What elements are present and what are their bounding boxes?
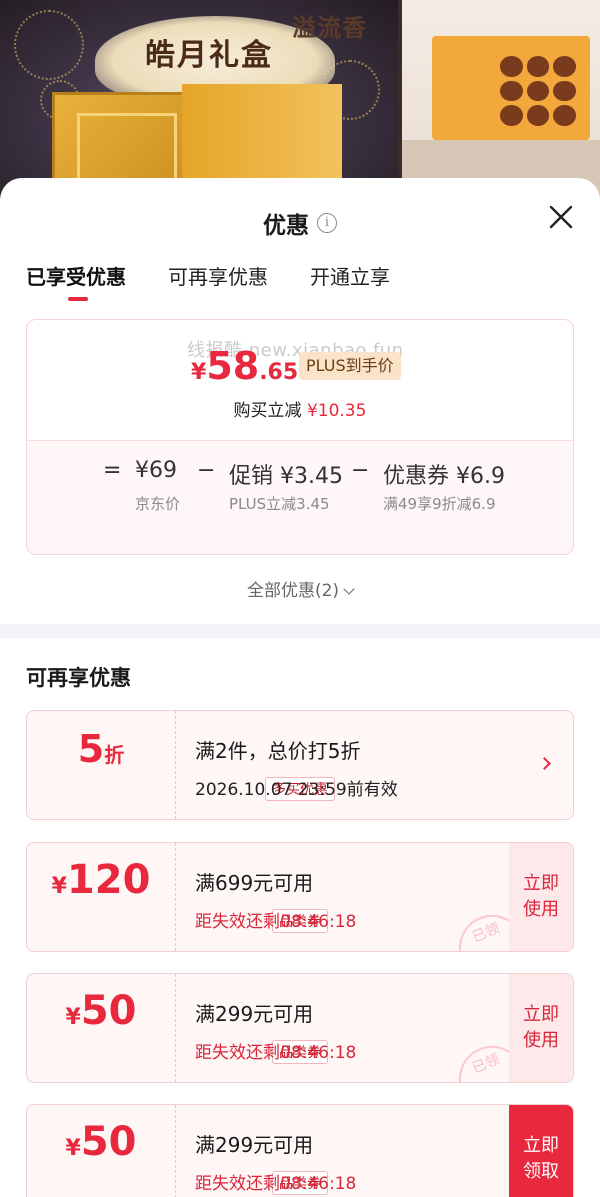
minus-sign: −	[197, 458, 216, 483]
use-now-button[interactable]: 立即 使用	[509, 843, 573, 951]
coupon-multibuy[interactable]: 5折 多买优惠 满2件，总价打5折 2026.10.07 23:59前有效	[26, 710, 574, 820]
coupon-amount: ¥50	[65, 988, 137, 1034]
coupon-countdown: 距失效还剩08:46:18	[195, 1043, 357, 1063]
sheet-header: 优惠 i	[0, 206, 600, 240]
section-divider	[0, 624, 600, 638]
promo-label: PLUS立减3.45	[229, 495, 330, 513]
product-banner: 皓月礼盒 溢流香	[0, 0, 600, 200]
tab-activate[interactable]: 开通立享	[310, 264, 390, 304]
coupon-amount: ¥50	[65, 1119, 137, 1165]
reduce-line: 购买立减 ¥10.35	[233, 401, 367, 421]
discount-tabs: 已享受优惠 可再享优惠 开通立享	[26, 264, 432, 304]
coupon-validity: 2026.10.07 23:59前有效	[195, 780, 398, 800]
sheet-title: 优惠	[263, 213, 309, 239]
tab-more[interactable]: 可再享优惠	[168, 264, 268, 304]
coupon-title: 满699元可用	[195, 871, 314, 895]
minus-sign: −	[351, 458, 370, 483]
coupon-discount: 5折	[77, 727, 125, 771]
claim-now-button[interactable]: 立即 领取	[509, 1105, 573, 1197]
all-discounts-label: 全部优惠(2)	[246, 581, 340, 601]
coupon-label: 满49享9折减6.9	[383, 495, 496, 513]
plus-price-badge: PLUS到手价	[299, 352, 401, 380]
final-price: ¥58.65	[191, 344, 299, 388]
coupon-category-120: ¥120 品类券 满699元可用 距失效还剩08:46:18 已领 立即 使用	[26, 842, 574, 952]
base-price: ¥69	[135, 458, 177, 483]
promo-value: 促销 ¥3.45	[229, 464, 343, 489]
coupon-title: 满299元可用	[195, 1002, 314, 1026]
equals-sign: =	[103, 458, 122, 483]
close-icon[interactable]	[548, 204, 574, 230]
tab-enjoyed[interactable]: 已享受优惠	[26, 264, 126, 304]
coupon-amount: ¥120	[51, 857, 151, 903]
banner-title: 皓月礼盒	[145, 38, 273, 73]
coupon-category-50: ¥50 品类券 满299元可用 距失效还剩08:46:18 已领 立即 使用	[26, 973, 574, 1083]
price-summary-card: 线报酷 new.xianbao.fun ¥58.65 PLUS到手价 购买立减 …	[26, 319, 574, 555]
discount-sheet: 优惠 i 已享受优惠 可再享优惠 开通立享 线报酷 new.xianbao.fun…	[0, 178, 600, 1197]
use-now-button[interactable]: 立即 使用	[509, 974, 573, 1082]
base-price-label: 京东价	[135, 495, 181, 513]
coupon-countdown: 距失效还剩08:46:18	[195, 1174, 357, 1194]
chevron-right-icon[interactable]	[538, 757, 551, 770]
brand-logo: 溢流香	[292, 13, 367, 42]
coupon-value: 优惠券 ¥6.9	[383, 464, 505, 489]
chevron-down-icon	[343, 583, 355, 595]
coupon-category-50-claim: ¥50 品类券 满299元可用 距失效还剩08:46:18 立即 领取	[26, 1104, 574, 1197]
coupon-countdown: 距失效还剩08:46:18	[195, 912, 357, 932]
info-icon[interactable]: i	[317, 213, 337, 233]
more-discounts-title: 可再享优惠	[26, 666, 131, 690]
coupon-title: 满299元可用	[195, 1133, 314, 1157]
coupon-title: 满2件，总价打5折	[195, 739, 361, 763]
product-image-main[interactable]: 皓月礼盒 溢流香	[0, 0, 398, 200]
all-discounts-toggle[interactable]: 全部优惠(2)	[0, 576, 600, 601]
